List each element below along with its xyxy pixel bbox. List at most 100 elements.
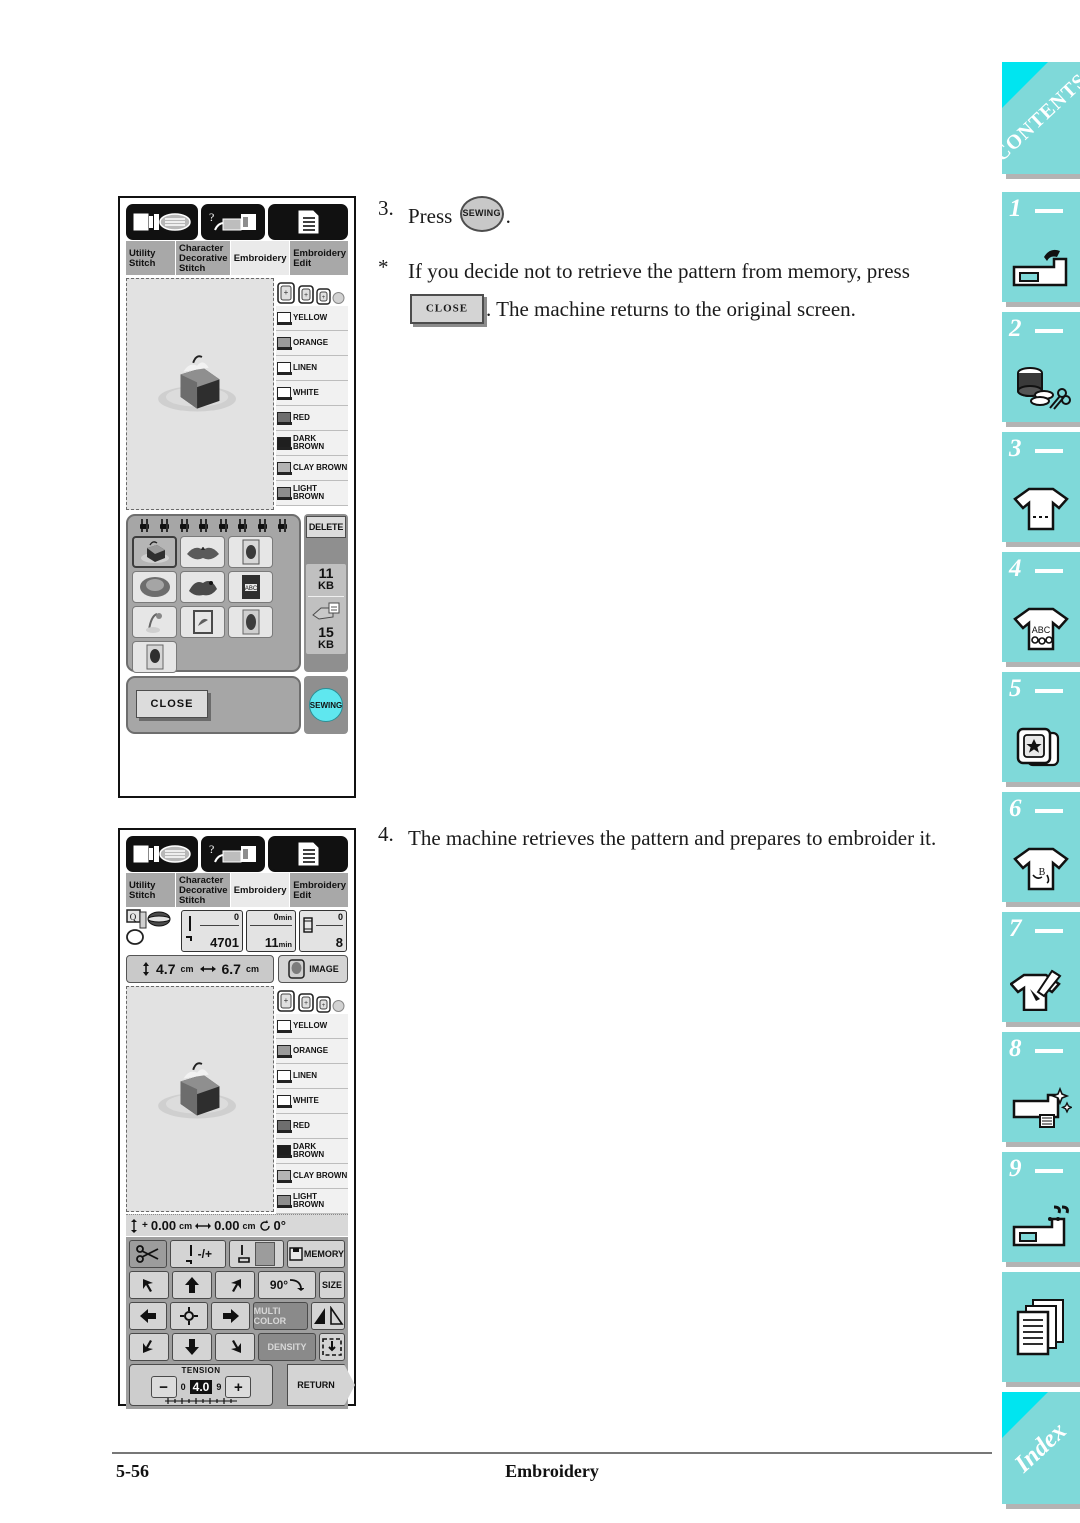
color-row[interactable]: YELLOW — [276, 306, 348, 331]
pattern-thumbnail-selected[interactable] — [132, 536, 177, 568]
help-machine-icon-button[interactable]: ? — [201, 204, 265, 240]
sidebar-tab-chapter-8[interactable]: 8 — [1002, 1032, 1080, 1142]
hoop-medium-icon-2: + — [298, 993, 314, 1012]
trim-frame-button[interactable] — [319, 1333, 345, 1361]
thread-mode-button[interactable] — [228, 1240, 284, 1268]
pattern-thumbnail[interactable] — [132, 641, 177, 673]
presser-foot-icon-button-2[interactable] — [126, 836, 198, 872]
tab-utility-stitch-2[interactable]: Utility Stitch — [126, 873, 176, 907]
density-button[interactable]: DENSITY — [258, 1333, 316, 1361]
sewing-key-glyph[interactable]: SEWING — [459, 196, 504, 232]
image-button-label: IMAGE — [309, 964, 339, 974]
color-row[interactable]: YELLOW — [276, 1014, 348, 1039]
sidebar-tab-chapter-5[interactable]: 5 — [1002, 672, 1080, 782]
memory-button[interactable]: MEMORY — [286, 1240, 346, 1268]
multi-color-button[interactable]: MULTI COLOR — [252, 1302, 309, 1330]
tab-embroidery-edit[interactable]: Embroidery Edit — [290, 241, 348, 275]
step-3-number: 3. — [378, 196, 394, 220]
thread-cut-button[interactable] — [129, 1240, 168, 1268]
tab-character-decorative-stitch[interactable]: Character Decorative Stitch — [175, 241, 231, 275]
center-button[interactable] — [170, 1302, 209, 1330]
color-row[interactable]: WHITE — [276, 1089, 348, 1114]
position-status-bar: + 0.00 cm 0.00 cm 0° — [126, 1214, 348, 1236]
tab-embroidery-edit-2[interactable]: Embroidery Edit — [290, 873, 348, 907]
move-down-left-button[interactable] — [129, 1333, 169, 1361]
move-up-left-button[interactable] — [129, 1271, 169, 1299]
tab-character-decorative-stitch-2[interactable]: Character Decorative Stitch — [175, 873, 231, 907]
tab-embroidery-2[interactable]: Embroidery — [230, 873, 291, 907]
svg-text:B: B — [1039, 867, 1046, 878]
return-button[interactable]: RETURN — [287, 1363, 355, 1406]
mirror-button[interactable] — [311, 1302, 346, 1330]
pattern-thumbnail[interactable] — [180, 606, 225, 638]
color-row[interactable]: DARK BROWN — [276, 1139, 348, 1164]
sidebar-tab-chapter-3[interactable]: 3 — [1002, 432, 1080, 542]
color-row[interactable]: ORANGE — [276, 331, 348, 356]
sewing-button[interactable]: SEWING — [309, 688, 343, 722]
move-left-button[interactable] — [129, 1302, 168, 1330]
color-row[interactable]: CLAY BROWN — [276, 456, 348, 481]
sidebar-tab-chapter-2[interactable]: 2 — [1002, 312, 1080, 422]
tension-plus-button[interactable]: + — [225, 1376, 252, 1398]
binding-tab — [159, 519, 169, 532]
pattern-thumbnail[interactable] — [180, 571, 225, 603]
footer-divider — [112, 1452, 992, 1454]
pattern-thumbnail[interactable] — [228, 606, 273, 638]
time-box: 0min 11min — [246, 910, 296, 952]
color-row[interactable]: DARK BROWN — [276, 431, 348, 456]
tab-embroidery[interactable]: Embroidery — [230, 241, 291, 275]
settings-list-icon-button[interactable] — [268, 204, 348, 240]
pattern-thumbnail[interactable] — [228, 536, 273, 568]
arrow-up-left-icon — [143, 1279, 153, 1292]
tab-utility-stitch[interactable]: Utility Stitch — [126, 241, 176, 275]
sidebar-tab-9-number: 9 — [1009, 1155, 1022, 1182]
settings-list-icon-button-2[interactable] — [268, 836, 348, 872]
color-count-box: 0 8 — [299, 910, 347, 952]
color-row[interactable]: LINEN — [276, 356, 348, 381]
move-up-right-button[interactable] — [215, 1271, 255, 1299]
color-row[interactable]: LIGHT BROWN — [276, 1189, 348, 1214]
color-row[interactable]: LIGHT BROWN — [276, 481, 348, 506]
move-down-button[interactable] — [172, 1333, 212, 1361]
help-machine-icon-button-2[interactable]: ? — [201, 836, 265, 872]
rotate-button[interactable]: 90° — [258, 1271, 316, 1299]
color-name: ORANGE — [293, 337, 329, 347]
hoop-preview-icon — [288, 959, 305, 979]
move-up-button[interactable] — [172, 1271, 212, 1299]
preview-and-colors-2: + + + YELLOW ORANGE LINEN WHITE RED DARK… — [126, 986, 348, 1214]
pattern-thumbnail[interactable]: ABC — [228, 571, 273, 603]
color-row[interactable]: RED — [276, 406, 348, 431]
pattern-thumbnail[interactable] — [132, 606, 177, 638]
color-name: RED — [293, 1120, 310, 1130]
color-row[interactable]: WHITE — [276, 381, 348, 406]
move-down-right-button[interactable] — [215, 1333, 255, 1361]
color-row[interactable]: LINEN — [276, 1064, 348, 1089]
sidebar-tab-contents[interactable]: CONTENTS — [1002, 62, 1080, 174]
close-key-glyph[interactable]: CLOSE — [410, 294, 484, 325]
needle-position-button[interactable]: -/+ — [170, 1240, 226, 1268]
color-row[interactable]: ORANGE — [276, 1039, 348, 1064]
move-right-button[interactable] — [211, 1302, 250, 1330]
sidebar-tab-index[interactable]: Index — [1002, 1392, 1080, 1504]
color-row[interactable]: RED — [276, 1114, 348, 1139]
tension-minus-button[interactable]: − — [150, 1376, 177, 1398]
sidebar-tab-appendix[interactable] — [1002, 1272, 1080, 1382]
sidebar-tab-chapter-6[interactable]: 6 B — [1002, 792, 1080, 902]
sidebar-tab-chapter-1[interactable]: 1 — [1002, 192, 1080, 302]
color-name: LINEN — [293, 1070, 317, 1080]
spool-icon — [276, 1019, 292, 1033]
delete-button[interactable]: DELETE — [306, 516, 346, 538]
sidebar-tab-chapter-4[interactable]: 4 ABC — [1002, 552, 1080, 662]
color-name: ORANGE — [293, 1045, 329, 1055]
color-row[interactable]: CLAY BROWN — [276, 1164, 348, 1189]
presser-foot-icon-button[interactable] — [126, 204, 198, 240]
pattern-thumbnail[interactable] — [180, 536, 225, 568]
tension-scale — [165, 1398, 237, 1404]
pattern-thumbnail[interactable] — [132, 571, 177, 603]
binding-tabs — [131, 519, 296, 533]
sidebar-tab-chapter-9[interactable]: 9 — [1002, 1152, 1080, 1262]
close-button[interactable]: CLOSE — [136, 690, 208, 718]
size-button[interactable]: SIZE — [319, 1271, 345, 1299]
image-button[interactable]: IMAGE — [278, 955, 348, 983]
sidebar-tab-chapter-7[interactable]: 7 — [1002, 912, 1080, 1022]
